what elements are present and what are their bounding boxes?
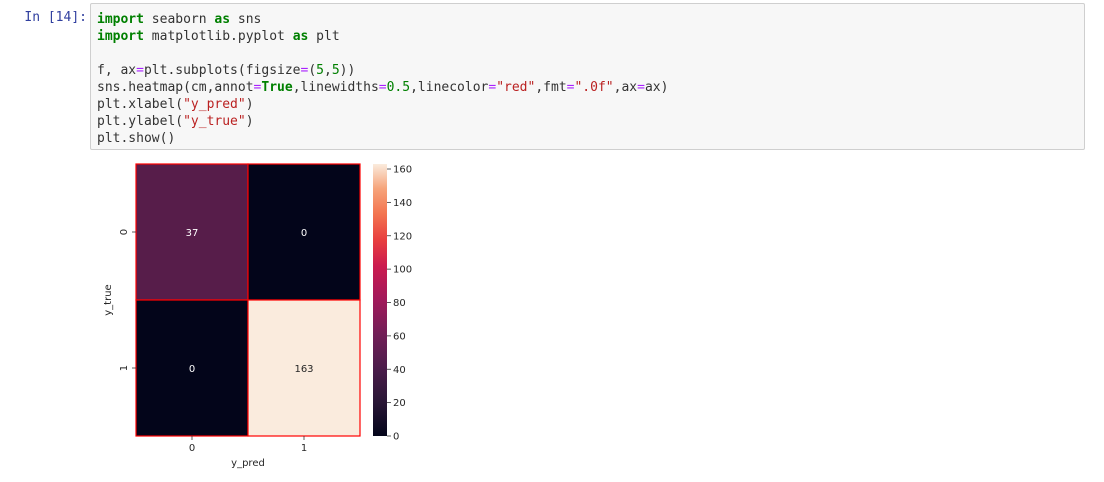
code-token: ) [245,97,254,112]
colorbar-tick-label: 0 [393,432,399,443]
heatmap-figure: 37 0 0 163 0 1 0 1 y_pred y_true 0 20 40 60 80 100 120… [103,163,412,469]
code-token: = [637,80,645,95]
code-editor[interactable]: import seaborn as sns import matplotlib.p… [97,11,668,147]
code-token: plt.subplots(figsize [143,63,301,78]
code-token: )) [339,63,356,78]
code-line: import matplotlib.pyplot as plt [97,28,668,45]
heatmap-cells [135,163,361,437]
code-line: plt.show() [97,130,668,147]
colorbar-tick-label: 100 [393,265,412,276]
code-token: 5 [316,63,324,78]
code-token: plt [308,29,340,44]
code-token: = [136,63,144,78]
code-token: import [97,12,144,27]
code-token: ax) [644,80,669,95]
code-token: as [214,12,231,27]
colorbar-tick-label: 120 [393,231,412,242]
code-line: plt.xlabel("y_pred") [97,96,668,113]
colorbar: 0 20 40 60 80 100 120 140 160 [373,164,412,443]
y-axis-label: y_true [103,284,114,315]
code-token: = [378,80,387,95]
code-line: sns.heatmap(cm,annot=True,linewidths=0.5… [97,79,668,96]
code-token: "y_true" [183,114,246,129]
colorbar-tick-label: 80 [393,298,406,309]
y-tick-label: 0 [119,229,130,235]
code-token: True [261,80,293,95]
x-tick-label: 1 [301,443,307,454]
x-axis-label: y_pred [231,458,265,469]
x-tick-label: 0 [189,443,195,454]
code-line: plt.ylabel("y_true") [97,113,668,130]
code-token: "y_pred" [183,97,246,112]
code-token: ( [308,63,317,78]
code-token: ,fmt [535,80,567,95]
code-token: "red" [496,80,536,95]
code-token: f, ax [97,63,137,78]
code-token: plt.xlabel( [97,97,184,112]
code-line: f, ax=plt.subplots(figsize=(5,5)) [97,62,668,79]
code-token: ,ax [613,80,638,95]
code-token: matplotlib.pyplot [143,29,293,44]
code-line: import seaborn as sns [97,11,668,28]
code-token: 0.5 [386,80,411,95]
code-token: seaborn [143,12,215,27]
code-cell-input[interactable]: import seaborn as sns import matplotlib.p… [90,3,1085,150]
colorbar-tick-label: 140 [393,198,412,209]
cell-prompt: In [14]: [24,10,87,25]
code-token: plt.show() [97,131,176,146]
y-tick-label: 1 [119,365,130,371]
code-token: ,linecolor [410,80,489,95]
code-token: plt.ylabel( [97,114,184,129]
code-token: sns.heatmap(cm,annot [97,80,254,95]
code-token: ,linewidths [292,80,379,95]
code-token: , [324,63,332,78]
code-token: ) [245,114,254,129]
code-token: import [97,29,144,44]
cell-output: 37 0 0 163 0 1 0 1 y_pred y_true 0 20 40 60 80 100 120… [90,154,490,478]
colorbar-tick-label: 40 [393,365,406,376]
code-token: 5 [331,63,340,78]
code-token: sns [230,12,262,27]
heatmap-annotation: 37 [186,228,199,239]
code-token: ".0f" [574,80,614,95]
heatmap-annotation: 0 [301,228,307,239]
code-token: as [292,29,309,44]
heatmap-annotation: 163 [294,364,313,375]
colorbar-tick-label: 20 [393,398,406,409]
colorbar-tick-label: 160 [393,165,412,176]
heatmap-annotation: 0 [189,364,195,375]
colorbar-tick-label: 60 [393,331,406,342]
colorbar-gradient [373,164,387,436]
